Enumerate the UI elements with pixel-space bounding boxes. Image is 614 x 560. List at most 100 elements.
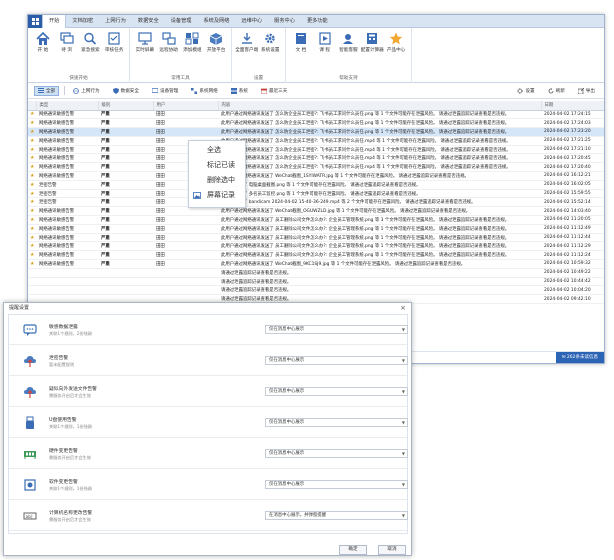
- settings-button[interactable]: 设置: [513, 86, 538, 96]
- row-marker-icon: ★: [28, 250, 36, 261]
- row-marker-icon: ★: [28, 215, 36, 225]
- filter-system-network[interactable]: 系统网络: [187, 86, 221, 96]
- table-row[interactable]: ★ 泄密告警 严重 田田 此用户操作了 bandicam 2024-04-02 15-4…: [28, 197, 604, 208]
- table-row[interactable]: ★ 网络通讯敏感告警 严重 田田 此用户通过网络通讯发送了 WeChat截图_OGUWZ…: [28, 206, 604, 217]
- cell-content: 此用户操作了 电脑桌面截图.png 等 1 个文件可能存在泄露风险。 请通过泄露…: [218, 180, 541, 190]
- table-row[interactable]: ★ 网络通讯敏感告警 严重 田田 此用户通过网络通讯发送了 怎么防企业员工泄密?: 飞书…: [28, 145, 604, 155]
- export-button[interactable]: 导出: [574, 86, 599, 96]
- notify-mode-select[interactable]: 仅在消息中心展示 ▼: [265, 387, 408, 396]
- group-label-tools: 常用工具: [171, 76, 190, 81]
- col-type[interactable]: 类型: [36, 101, 99, 111]
- filter-last-three-days[interactable]: 最近三天: [257, 86, 291, 96]
- filter-system[interactable]: 系统: [227, 86, 252, 96]
- table-row[interactable]: 请通过泄露追踪记录查看是否违规。 2024-04-02 10:49:22: [28, 268, 604, 278]
- chevron-down-icon: ▼: [401, 358, 405, 363]
- table-row[interactable]: ★ 网络通讯敏感告警 严重 田田 此用户通过网络通讯发送了 怎么防企业员工泄密?: 飞书…: [28, 127, 604, 137]
- col-user[interactable]: 用户: [153, 101, 219, 111]
- menu-tab-device[interactable]: 设备管理: [165, 15, 198, 28]
- notify-mode-value: 仅在消息中心展示: [269, 327, 305, 332]
- cell-content: 此用户操作了 bandicam 2024-04-02 15-40-36-249.…: [218, 197, 541, 208]
- ctx-screen-record-label: 屏幕记录: [207, 191, 235, 199]
- filter-device[interactable]: 设备管理: [148, 86, 182, 96]
- unread-messages-badge[interactable]: ✉ 262条未读信息: [555, 352, 604, 363]
- cell-level: 严重: [98, 250, 153, 261]
- notify-mode-select[interactable]: 仅在消息中心展示 ▼: [265, 325, 408, 334]
- row-marker-icon: ★: [28, 153, 36, 164]
- cell-type: 泄密告警: [36, 189, 98, 199]
- table-row[interactable]: ★ 泄密告警 严重 田田 此用户操作了 多名员工监控.png 等 1 个文件可能存在泄露…: [28, 189, 604, 199]
- ctx-delete-selected[interactable]: 删除选中: [189, 174, 245, 186]
- notify-mode-select[interactable]: 仅在消息中心展示 ▼: [265, 356, 408, 365]
- table-row[interactable]: ★ 泄密告警 严重 田田 此用户操作了 电脑桌面截图.png 等 1 个文件可能存在泄露…: [28, 180, 604, 190]
- cell-level: 严重: [98, 180, 153, 190]
- menu-tab-start[interactable]: 开始: [42, 15, 67, 28]
- table-row[interactable]: 请通过泄露追踪记录查看是否违规。 2024-04-02 10:44:42: [28, 277, 604, 287]
- setting-description: 关联1个规则，1份残跡: [49, 424, 93, 429]
- menu-tab-internet[interactable]: 上网行为: [99, 15, 132, 28]
- ctx-screen-record[interactable]: 屏幕记录: [189, 189, 245, 201]
- cell-content: 请通过泄露追踪记录查看是否违规。: [218, 268, 541, 278]
- dialog-cancel-button[interactable]: 取消: [378, 545, 406, 555]
- filter-internet[interactable]: 上网行为: [69, 86, 103, 96]
- ctx-select-all[interactable]: 全选: [189, 144, 245, 156]
- table-row[interactable]: ★ 网络通讯敏感告警 严重 田田 此用户通过网络通讯发送了 员工删除公司文件怎么办?: …: [28, 241, 604, 252]
- cell-date: 2024-04-02 17:21:10: [541, 145, 604, 155]
- add-module-label: 添加模组: [183, 48, 202, 53]
- col-level[interactable]: 级别: [98, 101, 154, 111]
- export-label: 导出: [585, 88, 595, 94]
- table-row[interactable]: 请通过泄露追踪记录查看是否违规。 2024-04-02 10:04:20: [28, 285, 604, 296]
- row-marker-icon: ★: [28, 197, 36, 208]
- ribbon: 开 始 待 浏 紧急搜索 审核任务 快速开始 实时屏幕 远程协助 添加模组 开放…: [28, 28, 604, 83]
- table-row[interactable]: ★ 网络通讯敏感告警 严重 田田 此用户通过网络通讯发送了 怎么防企业员工泄密?: 飞书…: [28, 153, 604, 164]
- table-row[interactable]: ★ 网络通讯敏感告警 严重 田田 此用户通过网络通讯发送了 员工删除公司文件怎么办?: …: [28, 215, 604, 225]
- cell-level: 严重: [98, 215, 153, 225]
- setting-title: 泄密告警: [49, 356, 69, 361]
- refresh-button[interactable]: 刷新: [544, 86, 569, 96]
- globe-icon: [73, 87, 80, 94]
- row-marker-icon: ★: [28, 206, 36, 217]
- menu-tab-data-security[interactable]: 数据安全: [132, 15, 165, 28]
- menu-tab-ops-center[interactable]: 远维中心: [235, 15, 268, 28]
- cell-type: [36, 277, 98, 287]
- cell-user: 田田: [153, 206, 218, 217]
- table-row[interactable]: ★ 网络通讯敏感告警 严重 田田 此用户通过网络通讯发送了 怎么防企业员工泄密?: 飞书…: [28, 136, 604, 146]
- app-menu-button[interactable]: [28, 15, 42, 28]
- cell-content: 此用户操作了 多名员工监控.png 等 1 个文件可能存在泄露风险。 请通过泄露…: [218, 189, 541, 199]
- table-row[interactable]: ★ 网络通讯敏感告警 严重 田田 此用户通过网络通讯发送了 员工删除公司文件怎么办?: …: [28, 233, 604, 243]
- table-row[interactable]: ★ 网络通讯敏感告警 严重 田田 此用户通过网络通讯发送了 WeChat截图_9KC1S…: [28, 259, 604, 269]
- cell-level: 严重: [98, 197, 153, 208]
- menu-tab-encryption[interactable]: 文档加密: [66, 15, 99, 28]
- ctx-mark-read[interactable]: 标记已读: [189, 159, 245, 171]
- filter-all[interactable]: 全部: [34, 85, 60, 96]
- menu-tab-system-network[interactable]: 系统及网络: [197, 15, 235, 28]
- filter-data-security[interactable]: 数据安全: [109, 86, 143, 96]
- course-label: 课 程: [319, 48, 331, 53]
- smart-service-label: 智能客服: [339, 48, 358, 53]
- table-row[interactable]: ★ 网络通讯敏感告警 严重 田田 此用户通过网络通讯发送了 WeChat截图_1SYIW…: [28, 171, 604, 181]
- checklist-icon: [108, 31, 120, 45]
- cell-level: [98, 285, 153, 296]
- dialog-close-button[interactable]: ×: [400, 303, 406, 313]
- notify-mode-value: 仅在消息中心展示: [269, 482, 305, 487]
- cell-date: 2024-04-02 15:52:14: [541, 197, 604, 208]
- cell-content: 此用户通过网络通讯发送了 怎么防企业员工泄密?: 飞书员工求问什么员任.mp4 …: [218, 162, 541, 173]
- table-row[interactable]: ★ 网络通讯敏感告警 严重 田田 此用户通过网络通讯发送了 员工删除公司文件怎么办?: …: [28, 250, 604, 261]
- upload-cloud-icon: [23, 354, 37, 368]
- cell-user: [153, 277, 218, 287]
- menu-tab-service[interactable]: 服务中心: [268, 15, 301, 28]
- col-date[interactable]: 日期: [541, 101, 604, 111]
- ribbon-group-tools: 实时屏幕 远程协助 添加模组 开放平台 常用工具: [130, 28, 232, 83]
- notify-mode-select[interactable]: 在消息中心展示，并弹窗提醒 ▼: [265, 511, 408, 520]
- notify-mode-select[interactable]: 仅在消息中心展示 ▼: [265, 480, 408, 489]
- table-row[interactable]: ★ 网络通讯敏感告警 严重 田田 此用户通过网络通讯发送了 怎么防企业员工泄密?: 飞书…: [28, 118, 604, 129]
- table-row[interactable]: ★ 网络通讯敏感告警 严重 田田 此用户通过网络通讯发送了 员工删除公司文件怎么办?: …: [28, 224, 604, 234]
- audit-task-label: 审核任务: [104, 48, 124, 53]
- menu-tab-more[interactable]: 更多功能: [301, 15, 334, 28]
- col-content[interactable]: 内容: [218, 101, 542, 111]
- filter-toolbar: 全部 上网行为 数据安全 设备管理 系统网络 系统 最近三天 设置 刷新 导出: [28, 83, 604, 99]
- notify-mode-select[interactable]: 仅在消息中心展示 ▼: [265, 449, 408, 458]
- dialog-ok-button[interactable]: 确定: [339, 545, 367, 555]
- table-row[interactable]: ★ 网络通讯敏感告警 严重 田田 此用户通过网络通讯发送了 怎么防企业员工泄密?: 飞书…: [28, 110, 604, 120]
- table-row[interactable]: ★ 网络通讯敏感告警 严重 田田 此用户通过网络通讯发送了 怎么防企业员工泄密?: 飞书…: [28, 162, 604, 173]
- notify-mode-select[interactable]: 仅在消息中心展示 ▼: [265, 418, 408, 427]
